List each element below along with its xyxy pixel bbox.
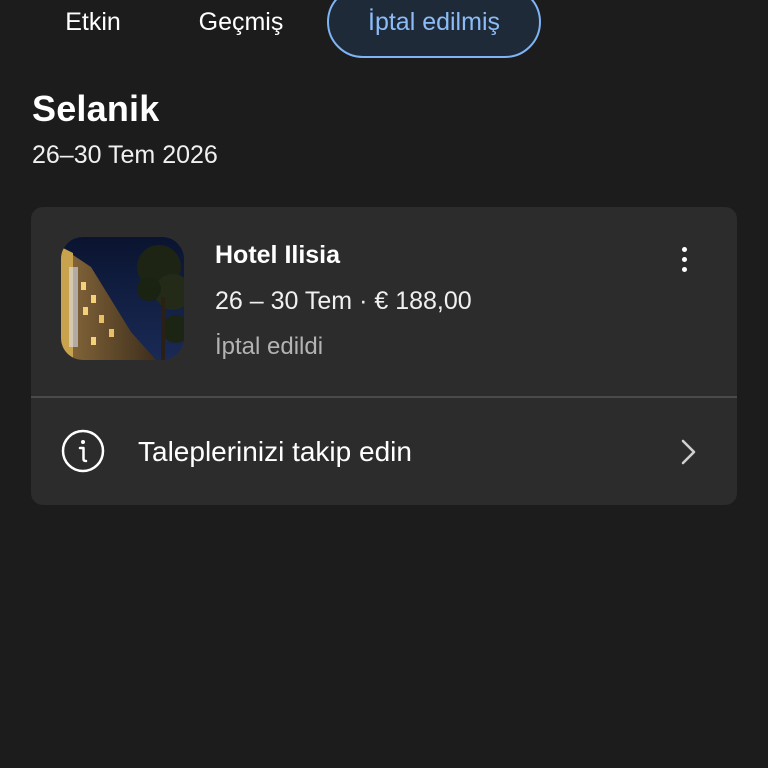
info-circle-icon	[61, 429, 105, 473]
more-options-icon-dot	[681, 256, 687, 262]
booking-card: Hotel Ilisia 26 – 30 Tem · € 188,00 İpta…	[31, 207, 737, 505]
booking-status: İptal edildi	[215, 333, 324, 360]
hotel-photo-icon	[61, 237, 184, 360]
more-options-icon	[681, 246, 687, 252]
trip-city-title: Selanik	[32, 88, 160, 129]
tab-bar: Etkin Geçmiş İptal edilmiş	[0, 0, 768, 60]
booking-dates-price: 26 – 30 Tem · € 188,00	[215, 287, 472, 315]
tab-active[interactable]: Etkin	[30, 0, 156, 58]
chevron-right-icon	[681, 439, 696, 465]
tab-cancelled[interactable]: İptal edilmiş	[327, 0, 541, 58]
more-options-button[interactable]	[667, 239, 701, 279]
hotel-thumbnail[interactable]	[61, 237, 184, 360]
trip-dates: 26–30 Tem 2026	[32, 141, 218, 169]
hotel-name: Hotel Ilisia	[215, 241, 341, 269]
tab-past[interactable]: Geçmiş	[170, 0, 312, 58]
more-options-icon-dot	[681, 266, 687, 272]
track-requests-label: Taleplerinizi takip edin	[138, 436, 412, 467]
track-requests-row[interactable]: Taleplerinizi takip edin	[31, 398, 737, 505]
